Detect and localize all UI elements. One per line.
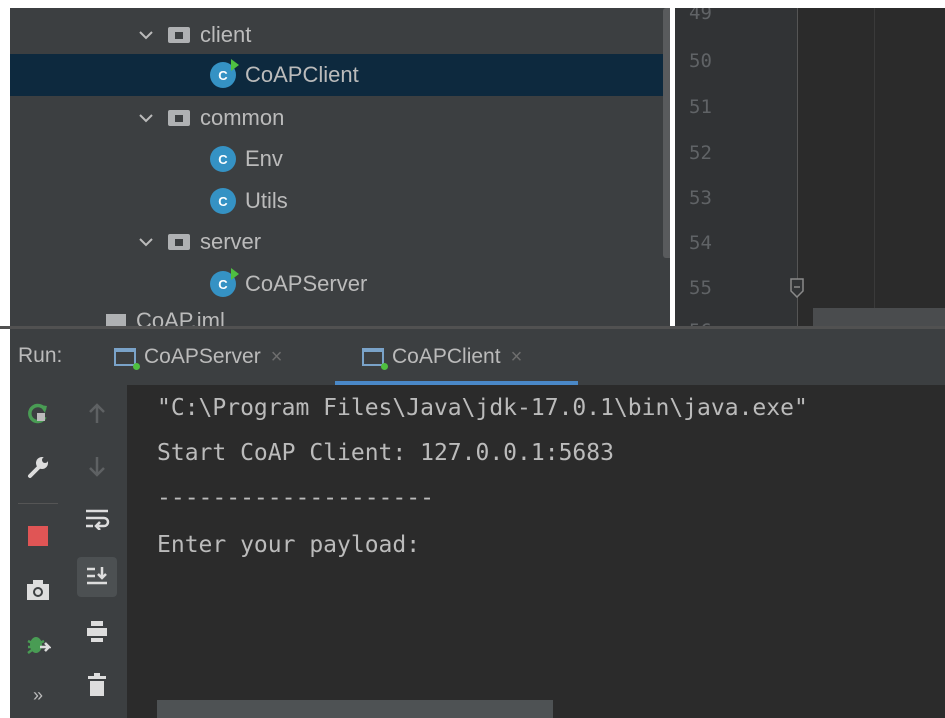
console-horizontal-scrollbar[interactable] <box>157 700 553 718</box>
tree-item-label: Utils <box>245 188 288 213</box>
tree-item-coap-iml[interactable]: CoAP.iml <box>10 300 670 326</box>
line-number: 50 <box>689 50 712 72</box>
toolbar-separator <box>18 503 58 504</box>
console-line: -------------------- <box>157 485 434 511</box>
indent-guide <box>874 8 875 326</box>
stop-button[interactable] <box>18 516 58 556</box>
line-number: 54 <box>689 232 712 254</box>
folder-icon <box>168 110 190 126</box>
runnable-class-icon: C <box>210 59 239 88</box>
class-icon: C <box>210 188 236 214</box>
tree-folder-common[interactable]: common <box>10 97 670 139</box>
chevron-down-icon[interactable] <box>138 27 154 43</box>
run-label: Run: <box>18 344 63 367</box>
chevron-down-icon[interactable] <box>138 234 154 250</box>
tree-folder-server[interactable]: server <box>10 221 670 263</box>
tree-item-env[interactable]: C Env <box>10 138 670 180</box>
line-number: 49 <box>689 8 712 24</box>
run-tool-window-header: Run: CoAPServer × CoAPClient × <box>10 329 945 385</box>
print-button[interactable] <box>77 611 117 651</box>
console-tab-icon <box>362 348 388 370</box>
editor-horizontal-scrollbar[interactable] <box>813 308 945 326</box>
stop-icon <box>28 526 48 546</box>
screenshot-button[interactable] <box>18 570 58 610</box>
code-area[interactable] <box>798 8 945 326</box>
scroll-to-end-icon <box>87 567 107 585</box>
tree-scrollbar[interactable] <box>663 8 670 258</box>
clear-all-button[interactable] <box>77 665 117 705</box>
runnable-class-icon: C <box>210 268 239 297</box>
line-number: 53 <box>689 187 712 209</box>
line-number: 51 <box>689 96 712 118</box>
tree-folder-client[interactable]: client <box>10 14 670 56</box>
tree-item-label: common <box>200 105 285 130</box>
module-file-icon <box>106 314 126 326</box>
bug-icon <box>27 637 51 654</box>
tab-label: CoAPServer <box>144 345 261 368</box>
scroll-up-button[interactable] <box>77 393 117 433</box>
tab-coapclient[interactable]: CoAPClient × <box>362 329 522 385</box>
camera-icon <box>27 580 49 600</box>
tree-item-coapserver[interactable]: C CoAPServer <box>10 263 670 305</box>
tree-item-label: client <box>200 22 252 47</box>
console-line: Start CoAP Client: 127.0.0.1:5683 <box>157 440 614 466</box>
tree-item-coapclient[interactable]: C CoAPClient <box>10 54 670 96</box>
more-button[interactable]: » <box>18 675 58 715</box>
close-icon[interactable]: × <box>271 346 283 369</box>
tab-label: CoAPClient <box>392 345 501 368</box>
rerun-button[interactable] <box>18 393 58 433</box>
soft-wrap-icon <box>86 509 110 530</box>
console-tab-icon <box>114 348 140 370</box>
tree-item-label: CoAPServer <box>245 271 368 296</box>
folder-icon <box>168 27 190 43</box>
line-number: 55 <box>689 277 712 299</box>
arrow-down-icon <box>89 457 105 477</box>
line-number: 52 <box>689 142 712 164</box>
tree-item-label: server <box>200 229 262 254</box>
close-icon[interactable]: × <box>511 346 523 369</box>
scroll-to-end-button[interactable] <box>77 557 117 597</box>
tab-coapserver[interactable]: CoAPServer × <box>114 329 282 385</box>
run-toolbar-primary: » <box>10 385 67 718</box>
chevron-down-icon[interactable] <box>138 110 154 126</box>
printer-icon <box>87 621 107 642</box>
wrench-icon <box>28 457 48 478</box>
run-toolbar-secondary <box>67 385 127 718</box>
tree-item-label: Env <box>245 146 283 171</box>
rerun-icon <box>28 403 47 424</box>
fold-marker-icon[interactable] <box>789 278 805 298</box>
console-output[interactable]: "C:\Program Files\Java\jdk-17.0.1\bin\ja… <box>127 385 945 718</box>
console-line: Enter your payload: <box>157 532 421 558</box>
soft-wrap-button[interactable] <box>77 499 117 539</box>
arrow-up-icon <box>89 403 105 423</box>
console-line: "C:\Program Files\Java\jdk-17.0.1\bin\ja… <box>157 395 808 421</box>
debug-button[interactable] <box>18 624 58 664</box>
project-tree: client C CoAPClient common C Env C Utils… <box>10 8 670 326</box>
settings-button[interactable] <box>18 447 58 487</box>
tree-item-label: CoAPClient <box>245 62 359 87</box>
folder-icon <box>168 234 190 250</box>
trash-icon <box>88 673 106 696</box>
tree-item-label: CoAP.iml <box>136 308 225 326</box>
scroll-down-button[interactable] <box>77 447 117 487</box>
editor-gutter: 49 50 51 52 53 54 55 56 <box>675 8 945 326</box>
ide-window: client C CoAPClient common C Env C Utils… <box>0 0 945 718</box>
class-icon: C <box>210 146 236 172</box>
tree-item-utils[interactable]: C Utils <box>10 180 670 222</box>
